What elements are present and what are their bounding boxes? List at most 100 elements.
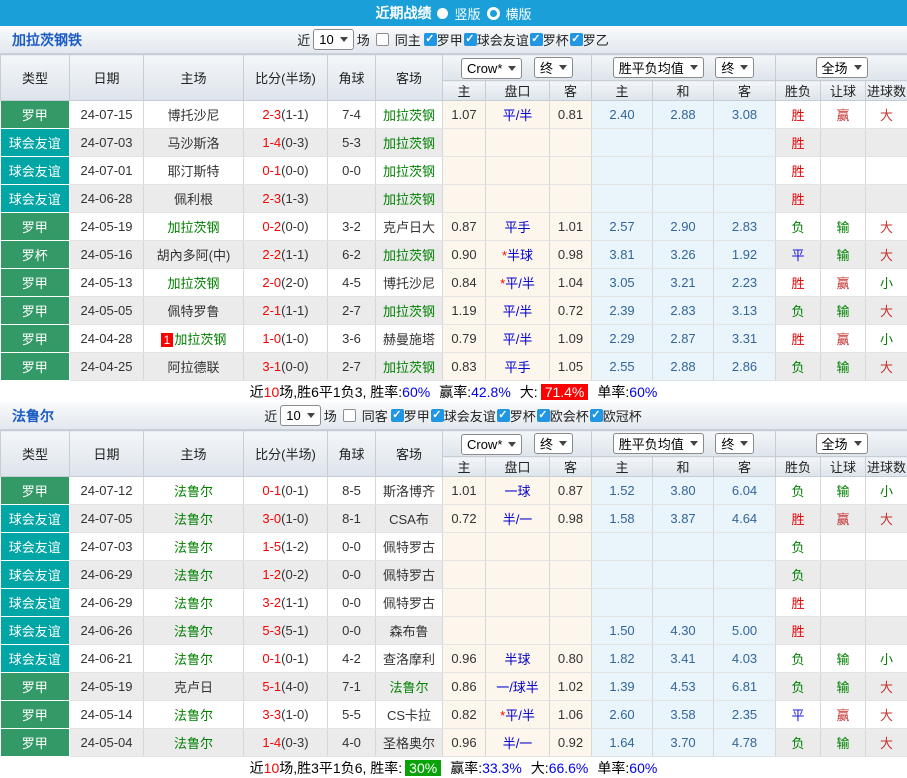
match-count-select[interactable]: 10 — [280, 405, 320, 426]
handicap-result-cell: 输 — [821, 645, 866, 673]
col-home: 主场 — [144, 55, 244, 101]
date-cell: 24-05-16 — [70, 241, 144, 269]
league-checkbox[interactable] — [431, 409, 444, 422]
near-label: 近 — [264, 406, 277, 425]
summary-text: 单率: — [597, 758, 629, 778]
home-team-name: 耶汀斯特 — [167, 164, 219, 179]
handicap-result-cell: 赢 — [821, 101, 866, 129]
col-mean-draw: 和 — [653, 457, 714, 477]
away-team-cell: CSA布 — [376, 505, 443, 533]
away-team-cell: 森布鲁 — [376, 617, 443, 645]
match-type-cell: 球会友谊 — [1, 617, 70, 645]
table-row: 罗甲24-05-05佩特罗鲁2-1(1-1)2-7加拉茨钢1.19平/半0.72… — [1, 297, 907, 325]
league-checkbox[interactable] — [424, 33, 437, 46]
home-team-cell: 法鲁尔 — [144, 589, 244, 617]
games-label: 场 — [324, 406, 337, 425]
league-checkbox[interactable] — [590, 409, 603, 422]
goals-cell — [866, 533, 907, 561]
mean-away-cell: 4.78 — [714, 729, 776, 757]
result-value: 负 — [792, 220, 805, 235]
league-checkbox[interactable] — [530, 33, 543, 46]
match-type-cell: 罗甲 — [1, 269, 70, 297]
league-checkbox[interactable] — [464, 33, 477, 46]
goals-cell: 小 — [866, 325, 907, 353]
col-date: 日期 — [70, 431, 144, 477]
score-cell: 3-2(1-1) — [244, 589, 328, 617]
away-team-cell: 加拉茨钢 — [376, 241, 443, 269]
goals-value: 大 — [880, 708, 893, 723]
summary-text: 场,胜6平1负3, 胜率: — [279, 382, 402, 402]
summary-text: 近 — [250, 758, 264, 778]
match-type-cell: 球会友谊 — [1, 589, 70, 617]
odds-final-select[interactable]: 终 — [534, 433, 573, 454]
mean-home-cell: 2.29 — [592, 325, 653, 353]
horizontal-radio-label[interactable]: 横版 — [506, 4, 532, 23]
mean-home-cell: 1.50 — [592, 617, 653, 645]
summary-text: 大: — [531, 758, 549, 778]
home-odds-cell: 0.82 — [443, 701, 486, 729]
handicap-result-value: 输 — [837, 220, 850, 235]
table-row: 罗甲24-04-25阿拉德联3-1(0-0)2-7加拉茨钢0.83平手1.052… — [1, 353, 907, 381]
odds-group-header: Crow* 终 — [443, 55, 592, 81]
league-checkbox[interactable] — [570, 33, 583, 46]
corner-cell: 4-5 — [328, 269, 376, 297]
vertical-radio-label[interactable]: 竖版 — [454, 4, 480, 23]
away-team-name: 佩特罗古 — [383, 540, 435, 555]
result-cell: 负 — [776, 477, 821, 505]
match-count-select[interactable]: 10 — [313, 29, 353, 50]
date-cell: 24-07-05 — [70, 505, 144, 533]
handicap-cell: *半球 — [486, 241, 550, 269]
horizontal-radio[interactable] — [487, 7, 500, 20]
result-cell: 胜 — [776, 185, 821, 213]
goals-cell — [866, 129, 907, 157]
summary-count: 10 — [264, 384, 280, 400]
away-team-name: 加拉茨钢 — [383, 304, 435, 319]
odds-final-select[interactable]: 终 — [534, 57, 573, 78]
away-team-cell: 佩特罗古 — [376, 589, 443, 617]
col-odds-away: 客 — [550, 457, 592, 477]
mean-home-cell — [592, 533, 653, 561]
away-team-name: CSA布 — [389, 512, 429, 527]
avg-final-select[interactable]: 终 — [715, 433, 754, 454]
home-team-cell: 耶汀斯特 — [144, 157, 244, 185]
away-team-name: 佩特罗古 — [383, 596, 435, 611]
avg-select[interactable]: 胜平负均值 — [613, 433, 704, 454]
half-score: (1-0) — [281, 511, 308, 526]
table-row: 罗杯24-05-16胡內多阿(中)2-2(1-1)6-2加拉茨钢0.90*半球0… — [1, 241, 907, 269]
near-label: 近 — [297, 30, 310, 49]
score-cell: 3-1(0-0) — [244, 353, 328, 381]
result-value: 胜 — [792, 512, 805, 527]
goals-value: 大 — [880, 680, 893, 695]
avg-final-select[interactable]: 终 — [715, 57, 754, 78]
result-value: 负 — [792, 360, 805, 375]
mean-away-cell: 2.35 — [714, 701, 776, 729]
scope-select[interactable]: 全场 — [816, 433, 868, 454]
result-cell: 负 — [776, 673, 821, 701]
score-cell: 1-4(0-3) — [244, 129, 328, 157]
home-team-name: 法鲁尔 — [174, 624, 213, 639]
odds-source-select[interactable]: Crow* — [461, 58, 522, 79]
same-venue-checkbox[interactable] — [376, 33, 389, 46]
recent-matches-table-1: 类型 日期 主场 比分(半场) 角球 客场 Crow* 终 胜平负均值 终 全场 — [0, 54, 907, 381]
scope-select[interactable]: 全场 — [816, 57, 868, 78]
league-checkbox[interactable] — [497, 409, 510, 422]
table-row: 球会友谊24-06-29法鲁尔1-2(0-2)0-0佩特罗古负 — [1, 561, 907, 589]
corner-cell: 3-6 — [328, 325, 376, 353]
avg-select[interactable]: 胜平负均值 — [613, 57, 704, 78]
handicap-cell: 平/半 — [486, 101, 550, 129]
vertical-radio[interactable] — [437, 8, 448, 19]
away-team-cell: 博托沙尼 — [376, 269, 443, 297]
home-odds-cell: 0.84 — [443, 269, 486, 297]
league-checkbox[interactable] — [391, 409, 404, 422]
home-odds-cell: 0.83 — [443, 353, 486, 381]
away-odds-cell — [550, 589, 592, 617]
goals-cell — [866, 617, 907, 645]
col-mean-home: 主 — [592, 81, 653, 101]
odds-source-select[interactable]: Crow* — [461, 434, 522, 455]
league-checkbox[interactable] — [537, 409, 550, 422]
home-odds-cell: 0.96 — [443, 645, 486, 673]
scope-group-header: 全场 — [776, 55, 907, 81]
same-venue-checkbox[interactable] — [343, 409, 356, 422]
mean-draw-cell: 4.30 — [653, 617, 714, 645]
result-value: 胜 — [792, 164, 805, 179]
